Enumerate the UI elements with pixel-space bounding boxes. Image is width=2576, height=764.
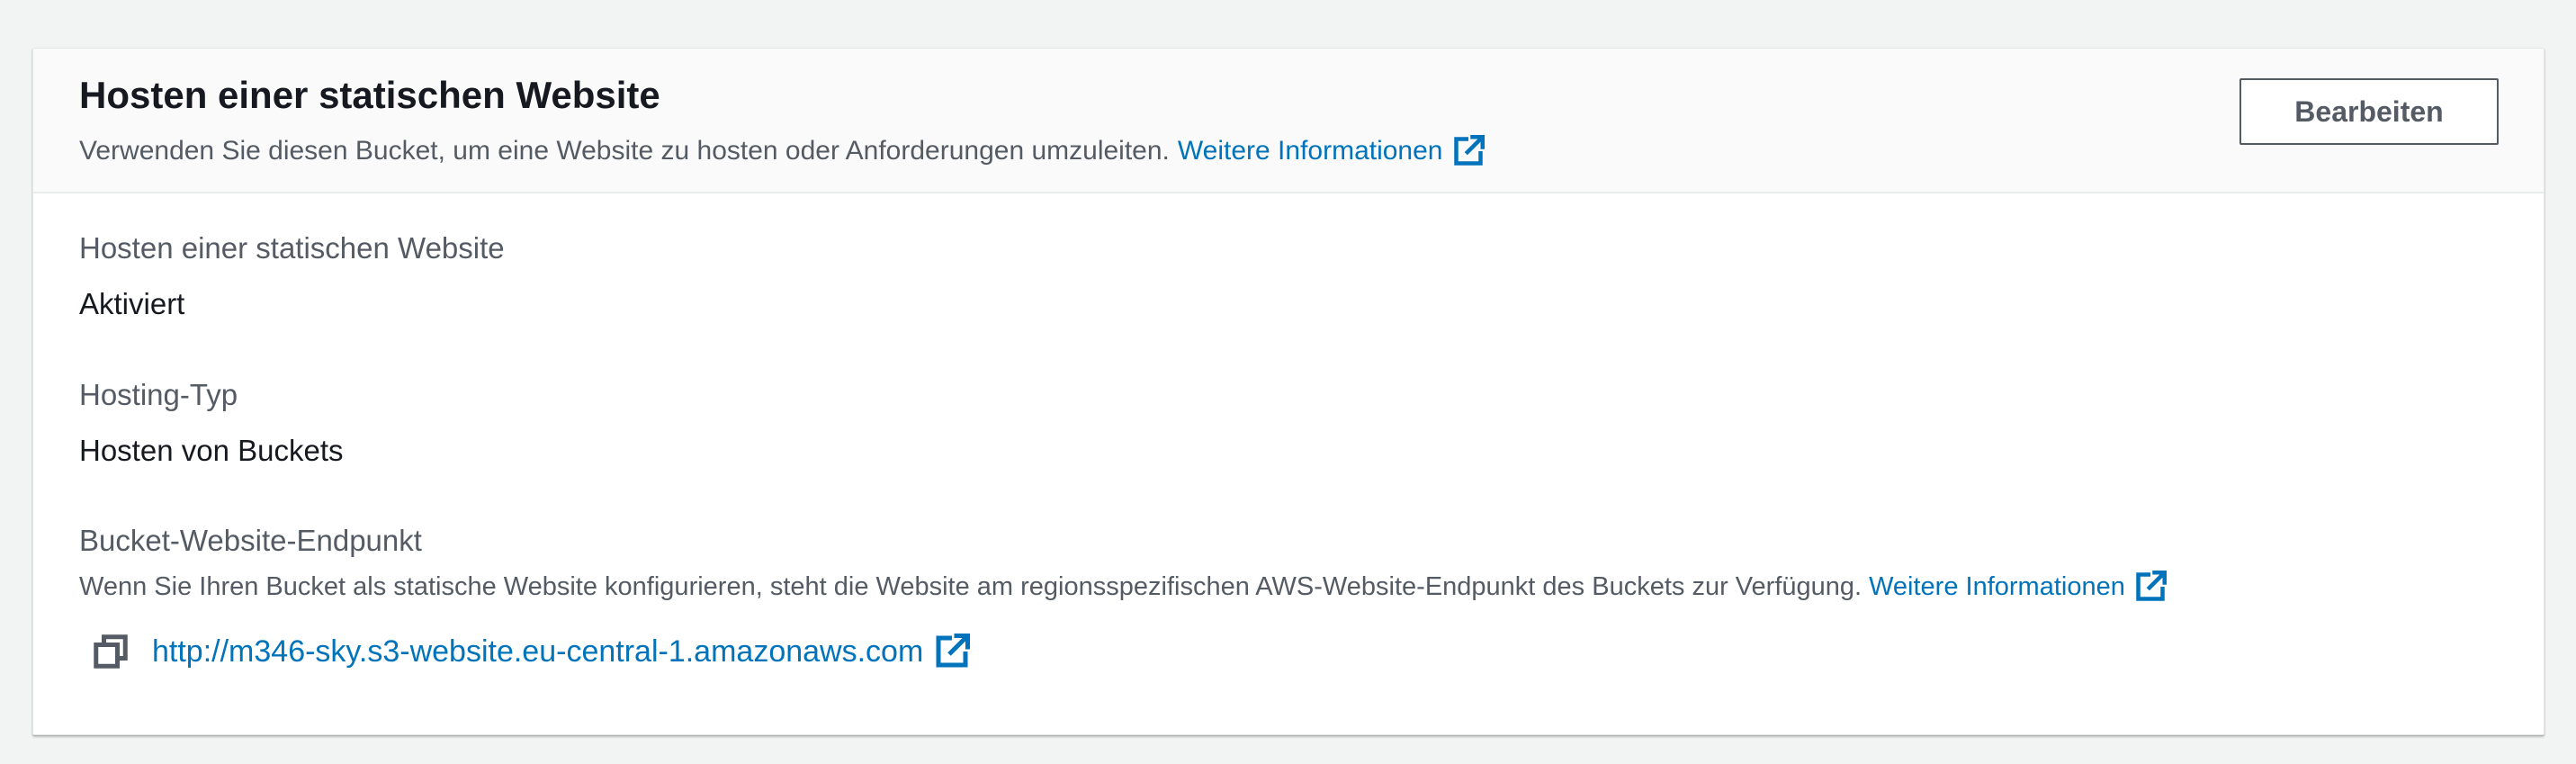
learn-more-link[interactable]: Weitere Informationen — [1178, 135, 1485, 167]
edit-button[interactable]: Bearbeiten — [2239, 78, 2499, 145]
learn-more-label: Weitere Informationen — [1177, 136, 1443, 166]
endpoint-description: Wenn Sie Ihren Bucket als statische Webs… — [79, 571, 2167, 603]
static-hosting-label: Hosten einer statischen Website — [79, 231, 505, 265]
endpoint-url-link[interactable]: http://m346-sky.s3-website.eu-central-1.… — [152, 634, 971, 670]
endpoint-url-text: http://m346-sky.s3-website.eu-central-1.… — [152, 634, 924, 669]
external-link-icon — [934, 634, 971, 670]
hosting-type-label: Hosting-Typ — [79, 378, 238, 411]
static-website-hosting-panel: Hosten einer statischen Website Verwende… — [32, 48, 2545, 735]
panel-description-text: Verwenden Sie diesen Bucket, um eine Web… — [79, 136, 1170, 166]
endpoint-description-text: Wenn Sie Ihren Bucket als statische Webs… — [79, 571, 1862, 601]
panel-title: Hosten einer statischen Website — [79, 74, 660, 116]
hosting-type-value: Hosten von Buckets — [79, 434, 344, 467]
external-link-icon — [1452, 135, 1485, 167]
panel-description: Verwenden Sie diesen Bucket, um eine Web… — [79, 135, 1485, 167]
panel-header: Hosten einer statischen Website Verwende… — [33, 49, 2544, 193]
copy-icon[interactable] — [93, 634, 129, 670]
endpoint-learn-more-label: Weitere Informationen — [1869, 571, 2125, 601]
endpoint-label: Bucket-Website-Endpunkt — [79, 524, 422, 557]
endpoint-learn-more-link[interactable]: Weitere Informationen — [1869, 571, 2167, 603]
static-hosting-value: Aktiviert — [79, 287, 185, 320]
endpoint-url-row: http://m346-sky.s3-website.eu-central-1.… — [93, 634, 971, 670]
external-link-icon — [2134, 571, 2167, 603]
